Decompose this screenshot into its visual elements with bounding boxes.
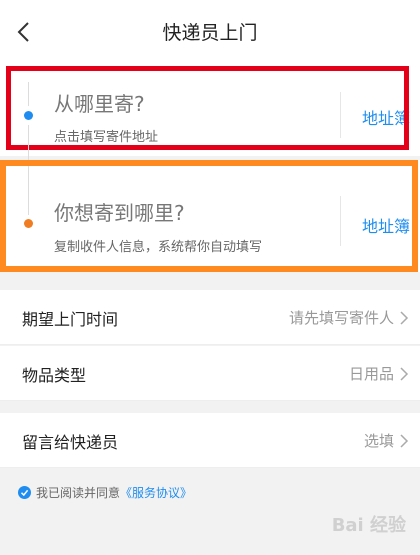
- item-type-row[interactable]: 物品类型 日用品: [0, 346, 420, 401]
- divider: [340, 92, 341, 138]
- agreement-text: 我已阅读并同意: [36, 486, 121, 500]
- watermark: Bai 经验: [331, 515, 406, 536]
- chevron-right-icon: [400, 311, 409, 325]
- receiver-address-book-button[interactable]: 地址簿: [362, 213, 410, 237]
- nav-bar: 快递员上门: [0, 0, 420, 64]
- row-value: 请先填写寄件人: [288, 309, 394, 327]
- sender-question[interactable]: 从哪里寄?: [54, 88, 145, 117]
- receiver-hint: 复制收件人信息，系统帮你自动填写: [54, 240, 263, 255]
- row-label: 期望上门时间: [22, 310, 119, 329]
- pickup-time-row[interactable]: 期望上门时间 请先填写寄件人: [0, 290, 420, 345]
- page-title: 快递员上门: [162, 22, 258, 44]
- sender-address-book-button[interactable]: 地址簿: [362, 105, 410, 129]
- sender-dot-icon: [24, 111, 33, 120]
- chevron-right-icon: [400, 434, 409, 448]
- row-label: 留言给快递员: [22, 433, 119, 452]
- receiver-question[interactable]: 你想寄到哪里?: [54, 197, 185, 226]
- row-label: 物品类型: [22, 366, 87, 385]
- timeline-line: [28, 82, 29, 106]
- divider: [340, 196, 341, 246]
- agreement-line: 我已阅读并同意 《服务协议》: [18, 484, 192, 501]
- sender-hint: 点击填写寄件地址: [54, 130, 159, 145]
- checkbox-checked-icon[interactable]: [18, 486, 31, 499]
- row-value: 选填: [363, 432, 394, 450]
- receiver-dot-icon: [24, 219, 33, 228]
- service-agreement-link[interactable]: 《服务协议》: [120, 484, 192, 501]
- chevron-right-icon: [400, 367, 409, 381]
- row-value: 日用品: [348, 365, 394, 383]
- courier-message-row[interactable]: 留言给快递员 选填: [0, 413, 420, 468]
- timeline-line: [28, 125, 29, 215]
